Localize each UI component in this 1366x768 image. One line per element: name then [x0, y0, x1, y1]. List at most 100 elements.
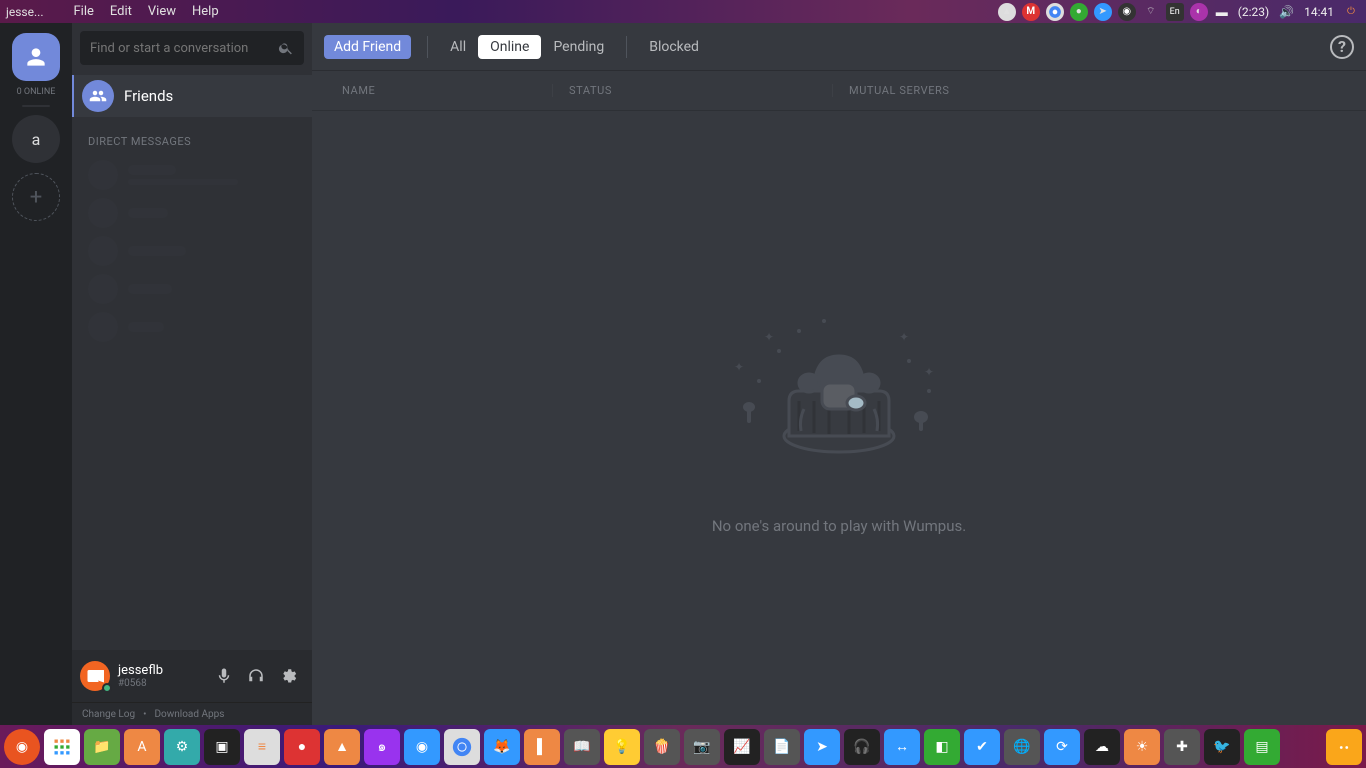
- changelog-link[interactable]: Change Log: [82, 709, 135, 720]
- dm-placeholder-row: [72, 156, 312, 194]
- battery-indicator[interactable]: ▬: [1214, 5, 1230, 19]
- chat-tray-icon[interactable]: ●: [1070, 3, 1088, 21]
- user-avatar[interactable]: [80, 661, 110, 691]
- microphone-icon: [215, 667, 233, 685]
- friends-label: Friends: [124, 87, 173, 105]
- camera-icon[interactable]: 📷: [684, 729, 720, 765]
- files-icon[interactable]: 📁: [84, 729, 120, 765]
- vlc-icon[interactable]: ▲: [324, 729, 360, 765]
- guild-rail: 0 ONLINE a +: [0, 23, 72, 725]
- svg-text:✦: ✦: [734, 360, 744, 374]
- chrome-icon[interactable]: [444, 729, 480, 765]
- mute-button[interactable]: [208, 660, 240, 692]
- user-panel: jesseflb #0568: [72, 650, 312, 702]
- user-discriminator: #0568: [118, 678, 163, 689]
- help-icon[interactable]: ?: [1330, 35, 1354, 59]
- conversation-search[interactable]: [80, 31, 304, 65]
- friends-icon: [82, 80, 114, 112]
- download-apps-link[interactable]: Download Apps: [154, 709, 224, 720]
- sun-app-icon[interactable]: ☀: [1124, 729, 1160, 765]
- reader-icon[interactable]: 📖: [564, 729, 600, 765]
- tab-separator: [626, 36, 627, 58]
- clock: 14:41: [1302, 5, 1336, 19]
- note-app-icon[interactable]: ▌: [524, 729, 560, 765]
- svg-text:✦: ✦: [924, 365, 934, 379]
- globe-icon[interactable]: 🌐: [1004, 729, 1040, 765]
- online-count-label: 0 ONLINE: [17, 87, 56, 97]
- wifi-tray-icon[interactable]: ⌔: [1142, 3, 1160, 21]
- todo-icon[interactable]: ✔: [964, 729, 1000, 765]
- dm-placeholder-row: [72, 308, 312, 346]
- vlc-tray-icon[interactable]: ▲: [998, 3, 1016, 21]
- dm-section-header: DIRECT MESSAGES: [72, 119, 312, 156]
- wumpus-empty-icon: ✦ ✦ ✦ ✦: [709, 301, 969, 481]
- main-content: Add Friend All Online Pending Blocked ? …: [312, 23, 1366, 725]
- telegram-icon[interactable]: ➤: [804, 729, 840, 765]
- add-server-button[interactable]: +: [12, 173, 60, 221]
- spiral-app-icon[interactable]: ๑: [364, 729, 400, 765]
- popcorn-icon[interactable]: 🍿: [644, 729, 680, 765]
- menu-view[interactable]: View: [140, 4, 184, 19]
- app-store-icon[interactable]: A: [124, 729, 160, 765]
- tab-all[interactable]: All: [438, 35, 478, 59]
- chart-app-icon[interactable]: ▤: [1244, 729, 1280, 765]
- search-input[interactable]: [90, 41, 260, 56]
- home-button[interactable]: [12, 33, 60, 81]
- app-tray-icon[interactable]: ◐: [1190, 3, 1208, 21]
- discord-tray-icon[interactable]: ◉: [1118, 3, 1136, 21]
- headphones-app-icon[interactable]: 🎧: [844, 729, 880, 765]
- user-settings-button[interactable]: [272, 660, 304, 692]
- terminal-icon[interactable]: ▣: [204, 729, 240, 765]
- mixer-icon[interactable]: ≡: [244, 729, 280, 765]
- add-friend-button[interactable]: Add Friend: [324, 35, 411, 59]
- teamviewer-icon[interactable]: ↔: [884, 729, 920, 765]
- headphones-icon: [247, 667, 265, 685]
- apps-grid-icon[interactable]: [44, 729, 80, 765]
- green-app-icon[interactable]: ◧: [924, 729, 960, 765]
- os-menubar: jesse... File Edit View Help ▲ M ● ➤ ◉ ⌔…: [0, 0, 1366, 23]
- friends-table-header: NAME STATUS MUTUAL SERVERS: [312, 71, 1366, 111]
- messenger-icon[interactable]: ◉: [404, 729, 440, 765]
- svg-text:✦: ✦: [764, 330, 774, 344]
- plus-app-icon[interactable]: ✚: [1164, 729, 1200, 765]
- column-mutual: MUTUAL SERVERS: [832, 84, 1106, 97]
- empty-state-text: No one's around to play with Wumpus.: [712, 517, 966, 535]
- ubuntu-launcher-icon[interactable]: ◉: [4, 729, 40, 765]
- system-monitor-icon[interactable]: 📈: [724, 729, 760, 765]
- guild-server-a[interactable]: a: [12, 115, 60, 163]
- sync-icon[interactable]: ⟳: [1044, 729, 1080, 765]
- tab-pending[interactable]: Pending: [541, 35, 616, 59]
- discord-logo-icon: [86, 667, 104, 685]
- dm-placeholder-row: [72, 232, 312, 270]
- column-status: STATUS: [552, 84, 832, 97]
- app-red-icon[interactable]: ●: [284, 729, 320, 765]
- menu-file[interactable]: File: [65, 4, 101, 19]
- tab-online[interactable]: Online: [478, 35, 541, 59]
- friends-home-icon: [23, 44, 49, 70]
- settings-sliders-icon[interactable]: ⚙: [164, 729, 200, 765]
- os-taskbar: ◉ 📁 A ⚙ ▣ ≡ ● ▲ ๑ ◉ 🦊 ▌ 📖 💡 🍿 📷 📈 📄 ➤ 🎧 …: [0, 725, 1366, 768]
- bird-icon[interactable]: 🐦: [1204, 729, 1240, 765]
- document-icon[interactable]: 📄: [764, 729, 800, 765]
- menu-edit[interactable]: Edit: [102, 4, 140, 19]
- deafen-button[interactable]: [240, 660, 272, 692]
- channel-sidebar: Friends DIRECT MESSAGES jesseflb #0568: [72, 23, 312, 725]
- power-icon[interactable]: ⏻: [1342, 3, 1360, 21]
- gear-icon: [279, 667, 297, 685]
- footer-links: Change Log • Download Apps: [72, 702, 312, 725]
- volume-icon[interactable]: 🔊: [1277, 5, 1296, 19]
- menu-help[interactable]: Help: [184, 4, 227, 19]
- empty-state: ✦ ✦ ✦ ✦ No one's around to play with Wumpu…: [312, 111, 1366, 725]
- cloud-icon[interactable]: ☁: [1084, 729, 1120, 765]
- bulb-icon[interactable]: 💡: [604, 729, 640, 765]
- discord-taskbar-icon[interactable]: [1326, 729, 1362, 765]
- os-tray: ▲ M ● ➤ ◉ ⌔ En ◐ ▬ (2:23) 🔊 14:41 ⏻: [998, 3, 1360, 21]
- telegram-tray-icon[interactable]: ➤: [1094, 3, 1112, 21]
- svg-text:✦: ✦: [899, 330, 909, 344]
- mega-tray-icon[interactable]: M: [1022, 3, 1040, 21]
- firefox-dev-icon[interactable]: 🦊: [484, 729, 520, 765]
- tab-blocked[interactable]: Blocked: [637, 35, 711, 59]
- chrome-tray-icon[interactable]: [1046, 3, 1064, 21]
- keyboard-lang-icon[interactable]: En: [1166, 3, 1184, 21]
- friends-nav-item[interactable]: Friends: [72, 75, 312, 117]
